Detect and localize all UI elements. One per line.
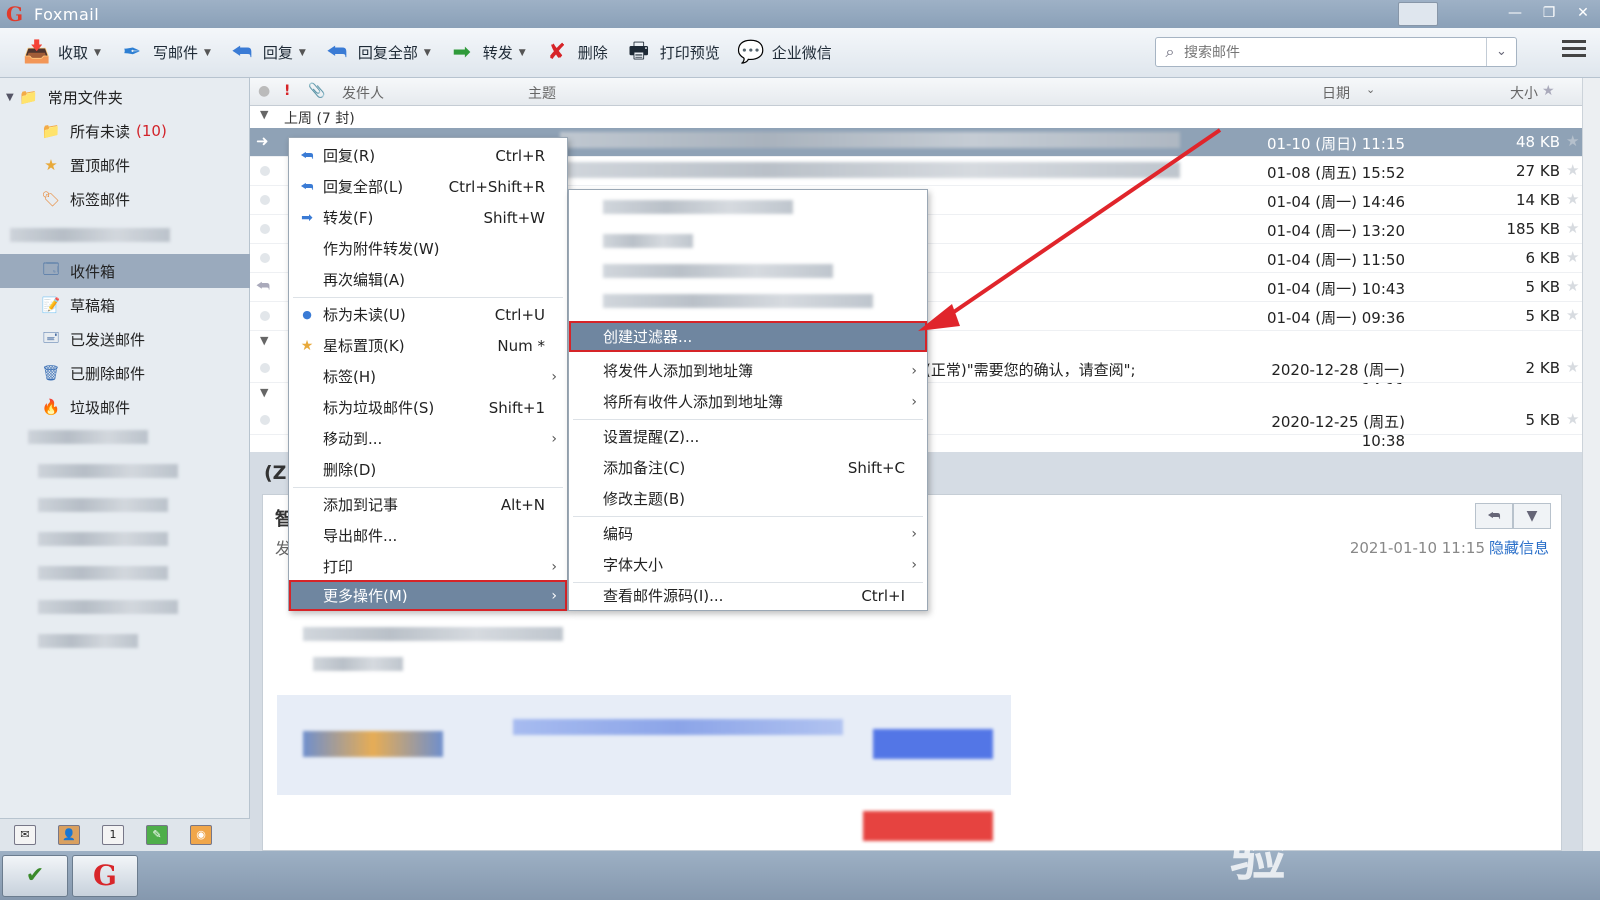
watermark-sub: jingyan.baidu.com: [1230, 802, 1524, 837]
baidu-watermark-logo: Bai du经验 jingyan.baidu.com: [1230, 730, 1530, 889]
arrow-head: [918, 304, 960, 331]
arrow-shaft: [943, 128, 1222, 320]
